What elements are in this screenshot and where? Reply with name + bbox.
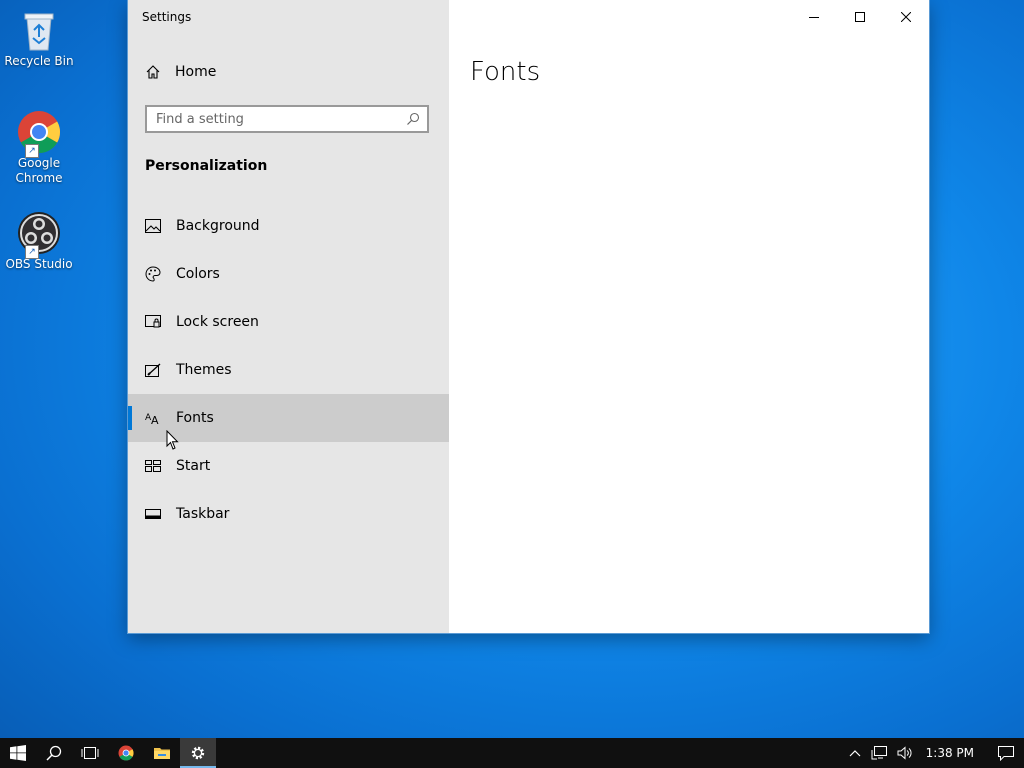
window-title: Settings — [142, 10, 192, 24]
sidebar-item-label: Background — [176, 218, 260, 234]
section-heading: Personalization — [145, 158, 268, 174]
sidebar-nav: Background Colors Lock screen Themes A A… — [128, 202, 449, 538]
home-link[interactable]: Home — [145, 64, 216, 80]
sidebar-item-themes[interactable]: Themes — [128, 346, 449, 394]
maximize-button[interactable] — [837, 0, 883, 33]
taskbar-settings[interactable] — [180, 738, 216, 768]
volume-icon — [897, 746, 912, 760]
sidebar-item-label: Start — [176, 458, 211, 474]
mouse-cursor-icon — [166, 430, 179, 450]
settings-window: Settings Home Personalization Bac — [128, 0, 929, 633]
palette-icon — [145, 266, 161, 282]
content-pane: Fonts — [449, 0, 929, 633]
desktop-icon-label: OBS Studio — [5, 257, 73, 271]
desktop-icon-label: Recycle Bin — [4, 54, 74, 68]
sidebar-item-taskbar[interactable]: Taskbar — [128, 490, 449, 538]
close-button[interactable] — [883, 0, 929, 33]
picture-icon — [145, 218, 161, 234]
network-button[interactable] — [866, 738, 892, 768]
notification-icon — [998, 745, 1014, 761]
shortcut-arrow-icon: ↗ — [25, 144, 39, 158]
themes-icon — [145, 362, 161, 378]
desktop-icon-recycle-bin[interactable]: Recycle Bin — [4, 8, 74, 69]
folder-icon — [154, 748, 170, 759]
sidebar-item-label: Lock screen — [176, 314, 259, 330]
taskbar-icon — [145, 506, 161, 522]
lock-screen-icon — [145, 314, 161, 330]
search-icon[interactable] — [399, 112, 427, 126]
network-icon — [871, 746, 887, 760]
close-icon — [901, 11, 911, 22]
obs-icon: ↗ — [17, 211, 61, 259]
windows-logo-icon — [10, 745, 26, 761]
home-icon — [146, 65, 160, 79]
sidebar-item-label: Colors — [176, 266, 220, 282]
sidebar-item-colors[interactable]: Colors — [128, 250, 449, 298]
minimize-icon — [809, 16, 819, 18]
shortcut-arrow-icon: ↗ — [25, 245, 39, 259]
chrome-icon — [118, 745, 134, 761]
sidebar-item-lock-screen[interactable]: Lock screen — [128, 298, 449, 346]
desktop-icon-label: Google Chrome — [15, 156, 63, 185]
svg-text:A: A — [151, 414, 159, 425]
task-view-icon — [81, 747, 99, 759]
show-hidden-icons-button[interactable] — [844, 738, 866, 768]
sidebar-item-label: Taskbar — [176, 506, 230, 522]
action-center-button[interactable] — [988, 738, 1024, 768]
chevron-up-icon — [849, 750, 861, 757]
page-title: Fonts — [470, 57, 541, 87]
fonts-icon: AA — [145, 410, 161, 426]
start-button[interactable] — [0, 738, 36, 768]
gear-icon — [191, 746, 205, 760]
sidebar: Settings Home Personalization Bac — [128, 0, 449, 633]
search-input[interactable] — [147, 110, 399, 128]
sidebar-item-label: Themes — [176, 362, 232, 378]
start-icon — [145, 458, 161, 474]
search-icon — [46, 745, 62, 761]
maximize-icon — [855, 11, 865, 22]
clock[interactable]: 1:38 PM — [918, 738, 988, 768]
desktop-icon-google-chrome[interactable]: ↗ Google Chrome — [4, 110, 74, 186]
volume-button[interactable] — [892, 738, 918, 768]
chrome-icon: ↗ — [17, 110, 61, 158]
taskbar: 1:38 PM — [0, 738, 1024, 768]
sidebar-item-label: Fonts — [176, 410, 214, 426]
window-controls — [791, 0, 929, 33]
minimize-button[interactable] — [791, 0, 837, 33]
recycle-bin-icon — [17, 8, 61, 52]
home-label: Home — [175, 64, 217, 80]
search-box[interactable] — [145, 105, 429, 133]
taskbar-file-explorer[interactable] — [144, 738, 180, 768]
search-taskbar-button[interactable] — [36, 738, 72, 768]
taskbar-chrome[interactable] — [108, 738, 144, 768]
task-view-button[interactable] — [72, 738, 108, 768]
sidebar-item-background[interactable]: Background — [128, 202, 449, 250]
desktop-icon-obs-studio[interactable]: ↗ OBS Studio — [4, 211, 74, 272]
system-tray: 1:38 PM — [844, 738, 1024, 768]
